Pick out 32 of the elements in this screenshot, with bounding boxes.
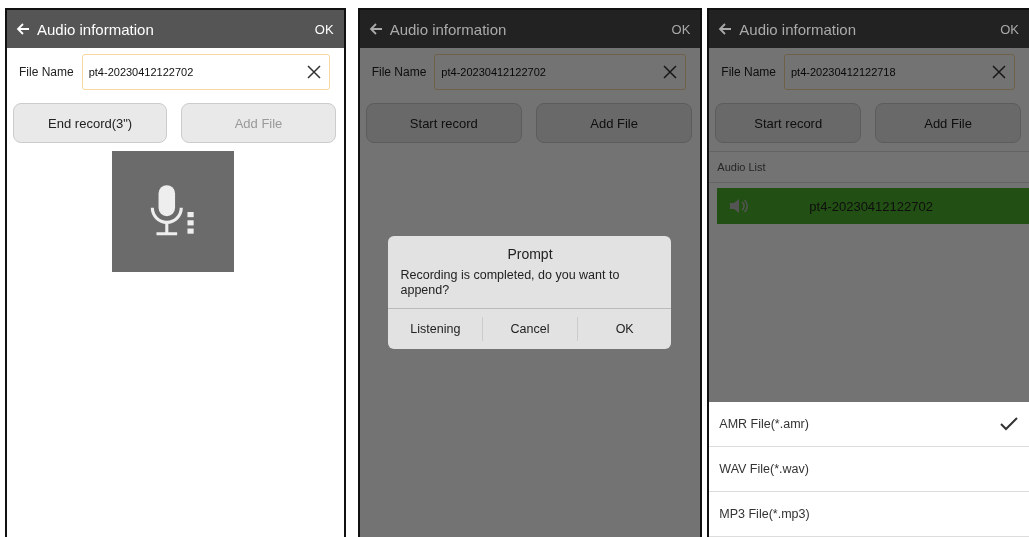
- screen-title: Audio information: [739, 20, 858, 38]
- dialog-button[interactable]: OK: [576, 317, 672, 341]
- field-label: File Name: [721, 65, 776, 79]
- screen-title: Audio information: [389, 20, 508, 38]
- file-name-field[interactable]: pt4-20230412122702: [434, 54, 687, 90]
- format-option[interactable]: WAV File(*.wav): [709, 447, 1029, 492]
- action-button[interactable]: Add File: [536, 103, 693, 143]
- audio-file-name: pt4-20230412122702: [809, 198, 933, 214]
- screen-title: Audio information: [37, 20, 155, 38]
- field-label: File Name: [371, 65, 427, 79]
- format-option[interactable]: AMR File(*.amr): [709, 402, 1029, 447]
- format-option[interactable]: MP3 File(*.mp3): [709, 492, 1029, 537]
- back-arrow-icon[interactable]: [15, 21, 31, 37]
- file-name-field[interactable]: pt4-20230412122718: [784, 54, 1015, 90]
- action-button[interactable]: Start record: [365, 103, 522, 143]
- back-arrow-icon[interactable]: [717, 21, 734, 37]
- ok-button[interactable]: OK: [671, 21, 691, 37]
- dialog-button[interactable]: Listening: [388, 317, 483, 341]
- dialog-title: Prompt: [506, 245, 554, 264]
- action-button[interactable]: Add File: [875, 103, 1021, 143]
- action-button[interactable]: End record(3"): [13, 103, 168, 143]
- ok-button[interactable]: OK: [1000, 21, 1019, 37]
- ok-button[interactable]: OK: [314, 21, 334, 37]
- clear-icon[interactable]: [305, 64, 322, 80]
- dialog-message: Recording is completed, do you want to append?: [388, 268, 672, 309]
- action-button[interactable]: Start record: [715, 103, 862, 143]
- speaker-icon: [729, 198, 750, 214]
- file-name-field[interactable]: pt4-20230412122702: [81, 54, 330, 90]
- field-label: File Name: [19, 65, 74, 79]
- back-arrow-icon[interactable]: [367, 21, 384, 37]
- dialog-button[interactable]: Cancel: [482, 317, 577, 341]
- list-heading: Audio List: [709, 152, 1029, 183]
